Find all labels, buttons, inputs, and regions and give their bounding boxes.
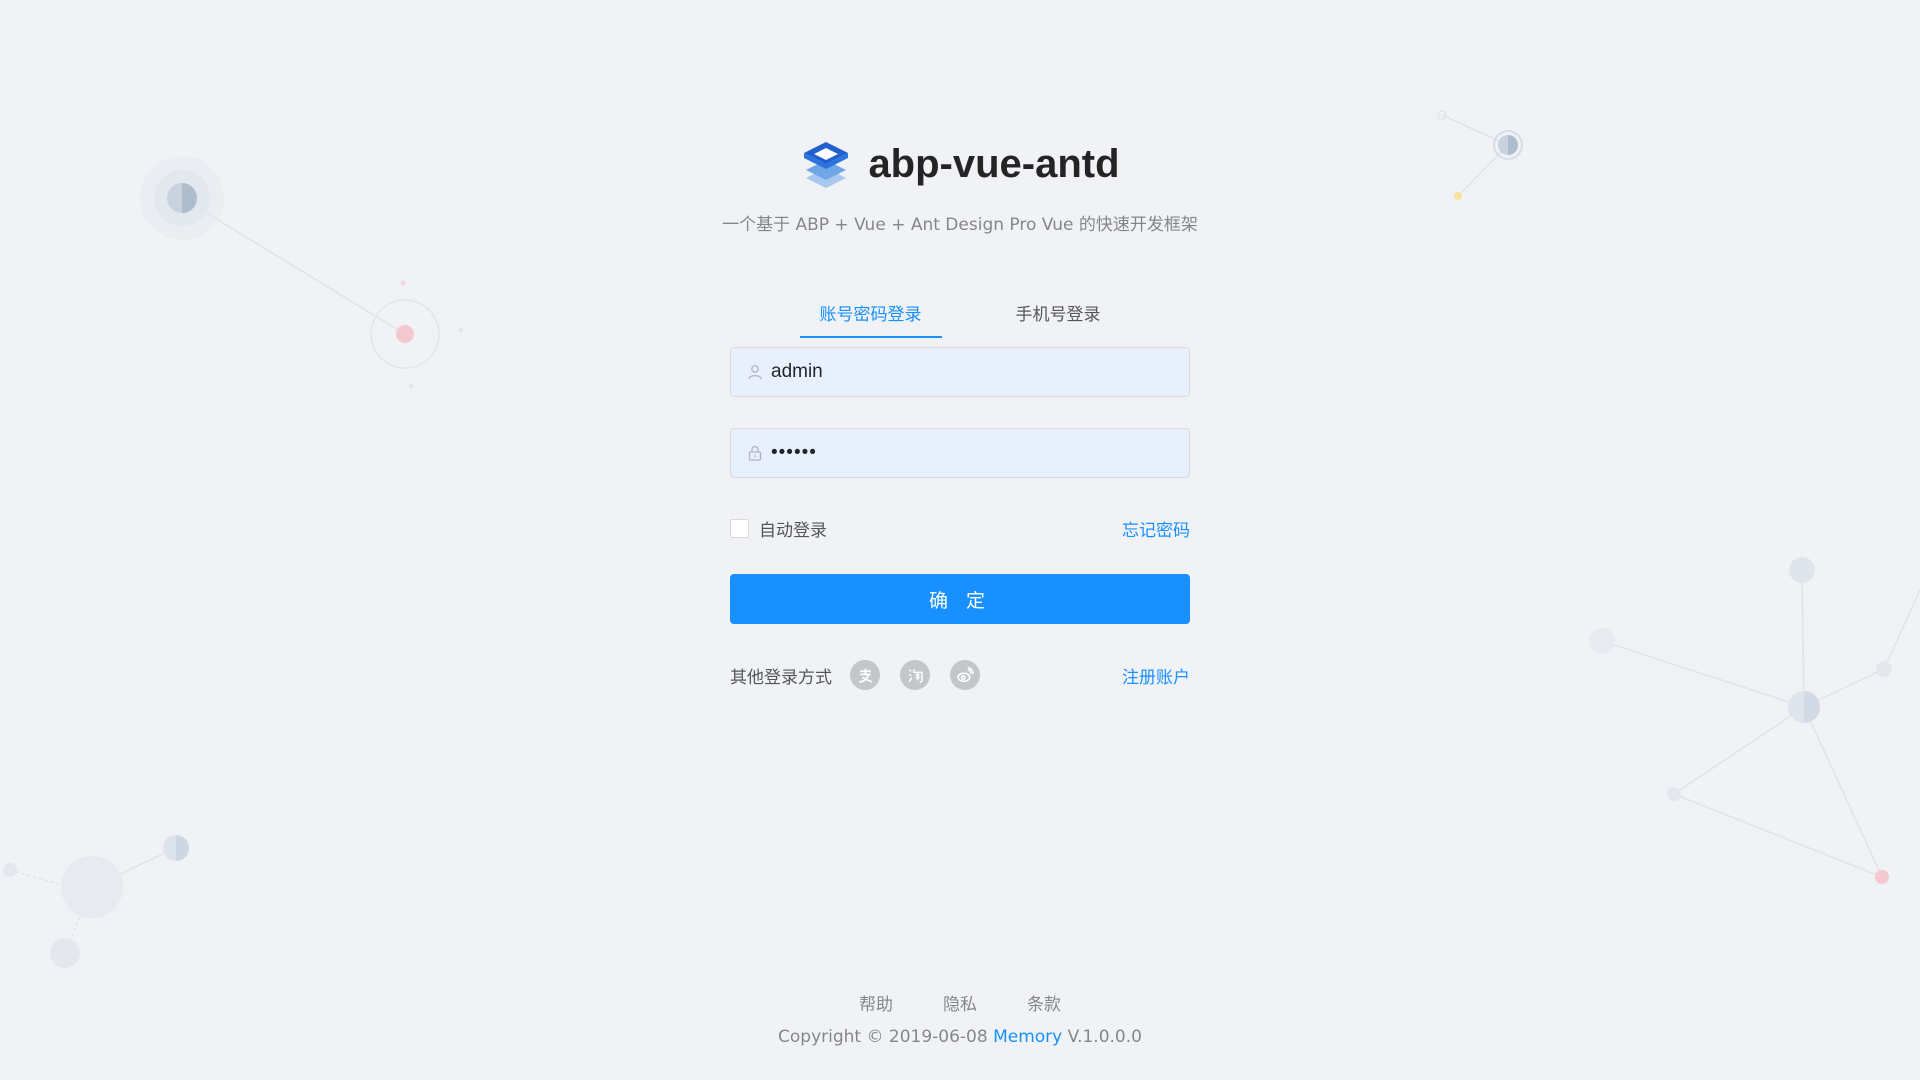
app-description: 一个基于 ABP + Vue + Ant Design Pro Vue 的快速开… (722, 215, 1198, 235)
forgot-password-link[interactable]: 忘记密码 (1122, 516, 1190, 541)
footer-link-help[interactable]: 帮助 (859, 990, 893, 1015)
submit-button[interactable]: 确 定 (730, 574, 1190, 624)
login-form: 账号密码登录 手机号登录 自动登录 忘记密码 确 定 其他登录 (730, 290, 1190, 690)
author-link[interactable]: Memory (993, 1027, 1062, 1047)
user-icon (747, 364, 763, 380)
password-input[interactable] (771, 429, 1189, 477)
username-input[interactable] (771, 348, 1189, 396)
taobao-icon[interactable] (900, 660, 930, 690)
lock-icon (747, 445, 763, 461)
auto-login-label: 自动登录 (759, 520, 827, 541)
copyright-text: Copyright © 2019-06-08 (778, 1027, 988, 1047)
auto-login-option[interactable]: 自动登录 (730, 516, 827, 541)
footer-links: 帮助 隐私 条款 (0, 990, 1920, 1015)
copyright: Copyright © 2019-06-08 Memory V.1.0.0.0 (0, 1027, 1920, 1047)
other-login-label: 其他登录方式 (730, 667, 832, 688)
register-link[interactable]: 注册账户 (1122, 663, 1190, 688)
other-login-row: 其他登录方式 注册账户 (730, 660, 1190, 690)
login-header: abp-vue-antd (0, 138, 1920, 190)
password-field[interactable] (730, 428, 1190, 478)
app-title: abp-vue-antd (868, 141, 1120, 186)
tab-account-password[interactable]: 账号密码登录 (799, 290, 942, 338)
alipay-icon[interactable] (850, 660, 880, 690)
tab-phone[interactable]: 手机号登录 (996, 290, 1121, 338)
logo-icon (804, 142, 849, 188)
version-text: V.1.0.0.0 (1067, 1027, 1142, 1047)
remember-row: 自动登录 忘记密码 (730, 516, 1190, 541)
weibo-icon[interactable] (950, 660, 980, 690)
username-field[interactable] (730, 347, 1190, 397)
auto-login-checkbox[interactable] (730, 518, 749, 538)
footer-link-terms[interactable]: 条款 (1027, 990, 1061, 1015)
login-tabs: 账号密码登录 手机号登录 (730, 290, 1190, 338)
footer-link-privacy[interactable]: 隐私 (943, 990, 977, 1015)
